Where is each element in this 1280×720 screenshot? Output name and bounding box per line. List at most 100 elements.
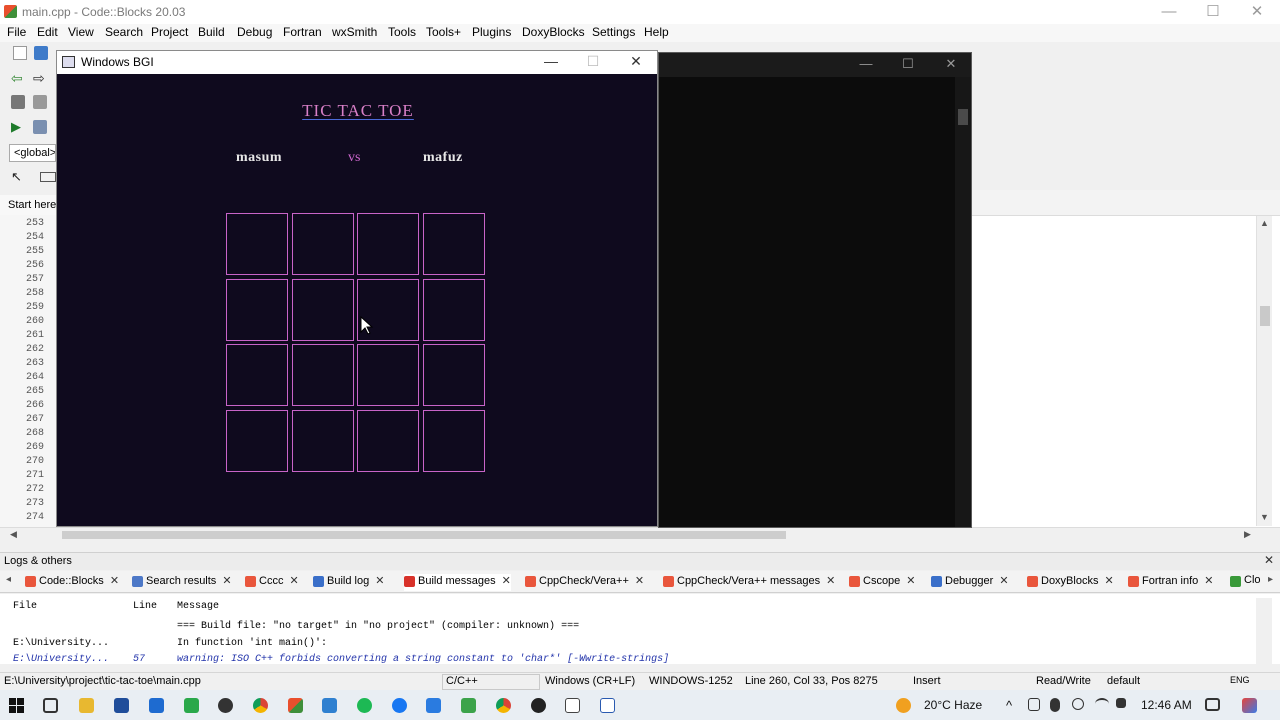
game-board[interactable]: [226, 213, 488, 475]
logs-tab-code-blocks[interactable]: Code::Blocks ✕: [25, 574, 119, 591]
tab-close-icon[interactable]: ✕: [635, 575, 644, 587]
new-file-icon[interactable]: [13, 46, 27, 60]
logs-tab-cppcheck-vera-[interactable]: CppCheck/Vera++ ✕: [525, 574, 644, 591]
console-window[interactable]: — ☐ ✕: [658, 52, 972, 528]
tab-close-icon[interactable]: ✕: [375, 575, 384, 587]
menu-file[interactable]: File: [7, 25, 26, 39]
wifi-icon[interactable]: [1095, 698, 1109, 710]
menu-build[interactable]: Build: [198, 25, 225, 39]
photos-icon[interactable]: [426, 698, 441, 713]
build-tools-icon[interactable]: [33, 95, 47, 109]
build-messages-list[interactable]: File Line Message === Build file: "no ta…: [0, 594, 1280, 665]
column-header-message[interactable]: Message: [177, 601, 219, 612]
tab-close-icon[interactable]: ✕: [289, 575, 298, 587]
console-scrollbar[interactable]: [955, 77, 971, 527]
menu-project[interactable]: Project: [151, 25, 188, 39]
menu-doxyblocks[interactable]: DoxyBlocks: [522, 25, 585, 39]
board-cell-r4-c2[interactable]: [291, 409, 354, 472]
menu-settings[interactable]: Settings: [592, 25, 635, 39]
message-row-3-line[interactable]: 57: [133, 654, 145, 665]
notification-icon[interactable]: [1205, 698, 1220, 711]
tab-close-icon[interactable]: ✕: [906, 575, 915, 587]
scope-select[interactable]: <global>: [9, 144, 56, 162]
windows-start-icon[interactable]: [9, 698, 24, 713]
board-cell-r3-c4[interactable]: [422, 344, 485, 406]
horizontal-scroll-thumb[interactable]: [62, 531, 786, 539]
logs-tab-doxyblocks[interactable]: DoxyBlocks ✕: [1027, 574, 1114, 591]
clock-time[interactable]: 12:46 AM: [1141, 698, 1192, 712]
board-cell-r4-c4[interactable]: [422, 409, 485, 472]
tabs-scroll-left-icon[interactable]: ◂: [6, 574, 11, 585]
logs-tab-cccc[interactable]: Cccc ✕: [245, 574, 299, 591]
scroll-up-icon[interactable]: ▲: [1260, 218, 1269, 228]
bgi-minimize-button[interactable]: —: [531, 53, 571, 71]
copilot-icon[interactable]: [1242, 698, 1257, 713]
back-arrow-icon[interactable]: ⇦: [11, 71, 25, 85]
editor-horizontal-scrollbar[interactable]: ◀ ▶: [0, 527, 1280, 541]
obs-icon[interactable]: [531, 698, 546, 713]
board-cell-r1-c2[interactable]: [291, 213, 354, 275]
bgi-taskbar-icon[interactable]: [600, 698, 615, 713]
debug-icon[interactable]: [33, 120, 47, 134]
battery-icon[interactable]: [1028, 698, 1040, 711]
logs-tab-fortran-info[interactable]: Fortran info ✕: [1128, 574, 1213, 591]
bgi-window[interactable]: Windows BGI — ☐ ✕ TIC TAC TOE masum vs m…: [56, 50, 658, 527]
tab-close-icon[interactable]: ✕: [999, 575, 1008, 587]
codeblocks-taskbar-icon[interactable]: [288, 698, 303, 713]
facebook-icon[interactable]: [392, 698, 407, 713]
board-cell-r4-c1[interactable]: [226, 409, 288, 472]
board-cell-r2-c2[interactable]: [291, 278, 354, 341]
bgi-close-button[interactable]: ✕: [616, 53, 656, 71]
task-view-icon[interactable]: [43, 698, 58, 713]
mail-icon[interactable]: [149, 698, 164, 713]
menu-fortran[interactable]: Fortran: [283, 25, 322, 39]
tab-start-here[interactable]: Start here: [0, 195, 58, 215]
tab-close-icon[interactable]: ✕: [502, 575, 511, 587]
minimize-button[interactable]: —: [1146, 0, 1192, 24]
forward-arrow-icon[interactable]: ⇨: [33, 71, 47, 85]
console-maximize-button[interactable]: ☐: [893, 56, 923, 74]
bgi-maximize-button[interactable]: ☐: [573, 53, 613, 71]
logs-close-button[interactable]: ✕: [1264, 553, 1274, 567]
tab-close-icon[interactable]: ✕: [826, 575, 835, 587]
logs-tab-debugger[interactable]: Debugger ✕: [931, 574, 1009, 591]
tabs-scroll-right-icon[interactable]: ▸: [1268, 574, 1273, 585]
menu-help[interactable]: Help: [644, 25, 669, 39]
chrome-icon[interactable]: [253, 698, 268, 713]
volume-icon[interactable]: [1072, 698, 1084, 710]
build-gear-icon[interactable]: [11, 95, 25, 109]
weather-text[interactable]: 20°C Haze: [924, 698, 982, 712]
logs-tab-clo[interactable]: Clo: [1230, 574, 1261, 591]
rectangle-tool-icon[interactable]: [40, 172, 56, 182]
console-taskbar-icon[interactable]: [565, 698, 580, 713]
board-cell-r1-c1[interactable]: [226, 213, 288, 275]
scroll-down-icon[interactable]: ▼: [1260, 512, 1269, 522]
console-close-button[interactable]: ✕: [936, 56, 966, 74]
chrome-profile-icon[interactable]: [496, 698, 511, 713]
menu-tools-plus[interactable]: Tools+: [426, 25, 461, 39]
message-row-1-text[interactable]: === Build file: "no target" in "no proje…: [177, 621, 579, 632]
select-pointer-icon[interactable]: ↖: [11, 170, 25, 184]
menu-edit[interactable]: Edit: [37, 25, 58, 39]
run-icon[interactable]: ▶: [11, 120, 25, 134]
menu-wxsmith[interactable]: wxSmith: [332, 25, 377, 39]
menu-tools[interactable]: Tools: [388, 25, 416, 39]
board-cell-r1-c3[interactable]: [357, 213, 419, 275]
editor-vertical-scrollbar[interactable]: ▲ ▼: [1256, 216, 1272, 526]
tab-close-icon[interactable]: ✕: [222, 575, 231, 587]
store-icon[interactable]: [114, 698, 129, 713]
scroll-left-icon[interactable]: ◀: [10, 529, 17, 540]
sheets-icon[interactable]: [461, 698, 476, 713]
sync-icon[interactable]: [1116, 698, 1126, 708]
menu-view[interactable]: View: [68, 25, 94, 39]
code-editor[interactable]: [970, 190, 1280, 527]
maximize-button[interactable]: ☐: [1190, 0, 1236, 24]
tab-close-icon[interactable]: ✕: [1104, 575, 1113, 587]
board-cell-r1-c4[interactable]: [422, 213, 485, 275]
message-row-2-text[interactable]: In function 'int main()':: [177, 638, 327, 649]
chat-app-icon[interactable]: [184, 698, 199, 713]
scroll-right-icon[interactable]: ▶: [1244, 529, 1251, 540]
board-cell-r3-c1[interactable]: [226, 344, 288, 406]
message-row-3-file[interactable]: E:\University...: [13, 654, 109, 665]
tab-close-icon[interactable]: ✕: [110, 575, 119, 587]
